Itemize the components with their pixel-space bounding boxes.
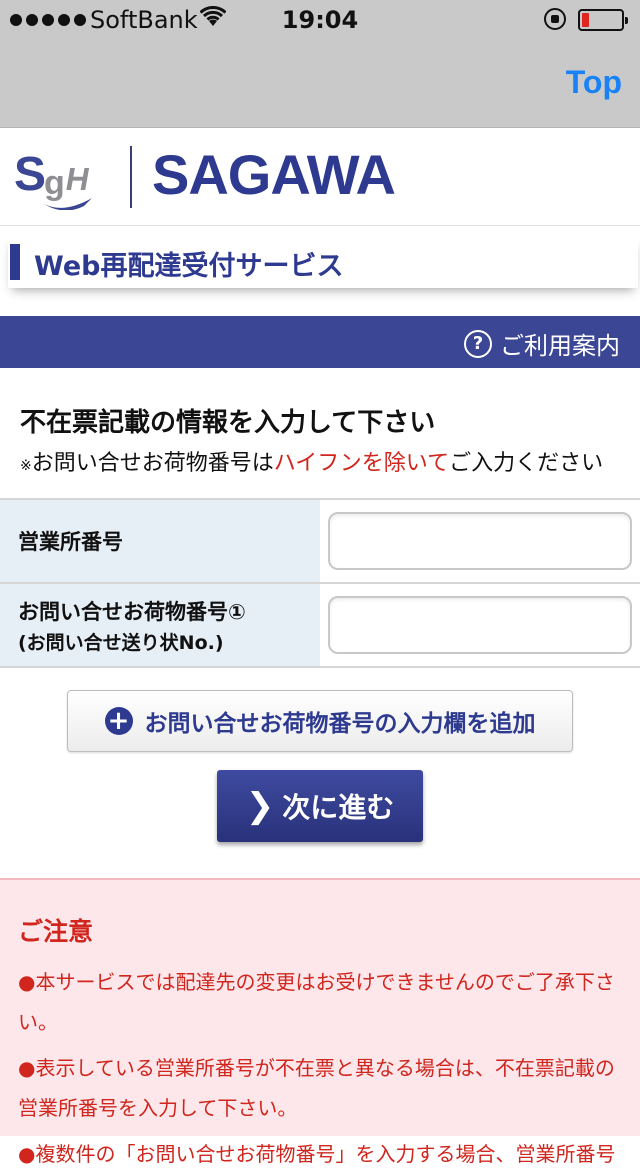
add-tracking-field-button[interactable]: + お問い合せお荷物番号の入力欄を追加 [67,690,573,752]
navigation-bar: SoftBank 19:04 Top [0,0,640,128]
service-title: Web再配達受付サービス [34,251,344,282]
instruction-note: ※お問い合せお荷物番号はハイフンを除いてご入力ください [20,445,603,477]
tracking-number-sublabel: (お問い合せ送り状No.) [18,631,224,654]
top-link[interactable]: Top [566,64,622,101]
note-text-pre: お問い合せお荷物番号は [31,451,274,476]
tracking-form: 営業所番号 お問い合せお荷物番号① (お問い合せ送り状No.) [0,498,640,668]
svg-text:S: S [14,148,46,201]
office-number-input[interactable] [328,512,632,570]
notice-title: ご注意 [18,917,94,946]
note-text-post: ご入力ください [449,451,604,476]
title-accent-bar [10,244,20,280]
form-row-office-number: 営業所番号 [0,500,640,584]
help-icon: ? [464,329,492,358]
notice-item: ●複数件の「お問い合せお荷物番号」を入力する場合、営業所番号 [18,1142,616,1166]
usage-guide-link[interactable]: ? ご利用案内 [464,326,620,361]
brand-header: S g H SAGAWA [0,128,640,226]
field-label-cell: 営業所番号 [0,500,320,582]
notice-item: ●表示している営業所番号が不在票と異なる場合は、不在票記載の営業所番号を入力して… [18,1056,615,1120]
add-tracking-field-label: お問い合せお荷物番号の入力欄を追加 [144,711,536,737]
office-number-label: 営業所番号 [18,530,123,554]
plus-circle-icon: + [104,707,133,735]
guide-bar: ? ご利用案内 [0,316,640,368]
field-label-cell: お問い合せお荷物番号① (お問い合せ送り状No.) [0,584,320,666]
next-button[interactable]: ❯ 次に進む [217,770,423,842]
instruction-title: 不在票記載の情報を入力して下さい [20,408,436,438]
sgh-logo-icon: S g H [14,148,92,210]
notice-item: ●本サービスでは配達先の変更はお受けできませんのでご了承下さい。 [18,970,615,1034]
battery-icon [578,9,628,31]
chevron-right-icon: ❯ [245,786,275,826]
form-row-tracking-number: お問い合せお荷物番号① (お問い合せ送り状No.) [0,584,640,668]
tracking-number-label: お問い合せお荷物番号① [18,599,246,624]
svg-text:g: g [44,164,65,202]
usage-guide-label: ご利用案内 [500,332,620,360]
note-text-highlight: ハイフンを除いて [273,451,450,476]
svg-text:H: H [63,161,92,197]
status-bar: SoftBank 19:04 [0,0,640,40]
logo-divider [130,146,132,208]
rotation-lock-icon [544,8,566,30]
caution-notice: ご注意 ●本サービスでは配達先の変更はお受けできませんのでご了承下さい。 ●表示… [0,878,640,1166]
field-input-cell [320,584,640,666]
service-title-banner: Web再配達受付サービス [8,236,638,288]
field-input-cell [320,500,640,582]
note-mark: ※ [20,458,32,474]
next-button-label: 次に進む [282,791,395,824]
tracking-number-input[interactable] [328,596,632,654]
company-name: SAGAWA [152,143,396,206]
